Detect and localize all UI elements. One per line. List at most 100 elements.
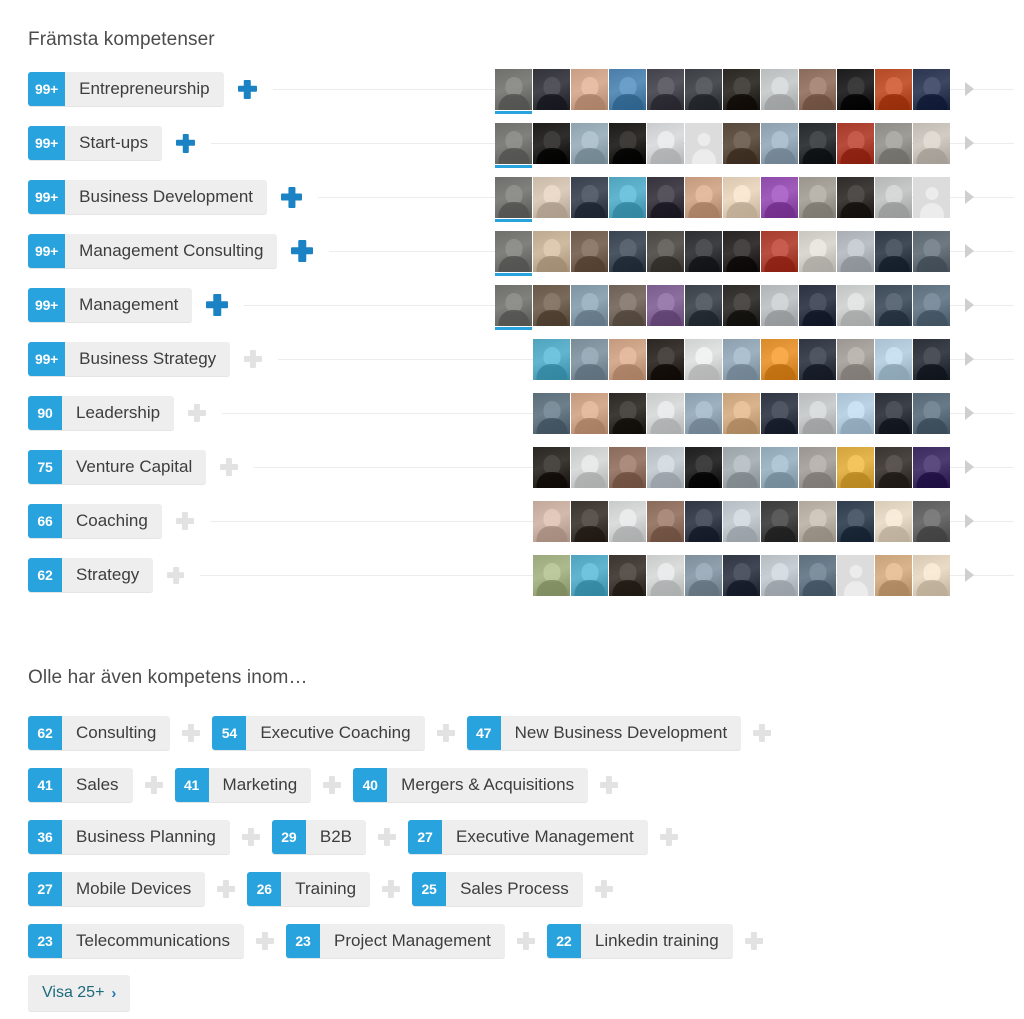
endorser-avatar[interactable] [533, 284, 570, 326]
skill-pill[interactable]: 26 Training [247, 872, 371, 906]
endorser-avatar[interactable] [647, 554, 684, 596]
endorser-avatar[interactable] [761, 68, 798, 110]
endorser-avatar[interactable] [571, 392, 608, 434]
endorser-avatar[interactable] [647, 500, 684, 542]
endorser-avatar[interactable] [799, 554, 836, 596]
show-more-skills-button[interactable]: Visa 25+ › [28, 975, 131, 1011]
endorser-avatar[interactable] [723, 392, 760, 434]
endorser-avatar[interactable] [837, 68, 874, 110]
endorser-avatar[interactable] [647, 68, 684, 110]
endorser-avatar[interactable] [533, 122, 570, 164]
endorser-avatar[interactable] [723, 68, 760, 110]
endorser-avatar[interactable] [837, 284, 874, 326]
endorser-avatar[interactable] [875, 68, 912, 110]
endorser-avatar[interactable] [723, 446, 760, 488]
endorser-avatar[interactable] [647, 338, 684, 380]
endorser-avatar[interactable] [609, 500, 646, 542]
endorser-avatar[interactable] [609, 392, 646, 434]
skill-pill[interactable]: 66 Coaching [28, 504, 162, 538]
endorser-avatar[interactable] [609, 446, 646, 488]
plus-icon[interactable] [291, 240, 313, 262]
chevron-right-icon[interactable] [963, 243, 976, 259]
chevron-right-icon[interactable] [963, 189, 976, 205]
endorser-avatar[interactable] [875, 230, 912, 272]
skill-pill[interactable]: 41 Sales [28, 768, 133, 802]
endorser-avatar[interactable] [723, 554, 760, 596]
endorser-avatar[interactable] [837, 122, 874, 164]
endorser-avatar[interactable] [647, 284, 684, 326]
endorser-avatar[interactable] [571, 446, 608, 488]
endorser-avatar[interactable] [913, 230, 950, 272]
endorser-avatar[interactable] [761, 446, 798, 488]
endorser-avatar[interactable] [685, 392, 722, 434]
endorser-avatar[interactable] [609, 284, 646, 326]
endorser-avatar[interactable] [571, 284, 608, 326]
endorser-avatar[interactable] [799, 284, 836, 326]
endorser-avatar[interactable] [609, 554, 646, 596]
skill-pill[interactable]: 99+ Business Strategy [28, 342, 231, 376]
endorser-avatar[interactable] [875, 554, 912, 596]
plus-icon[interactable] [206, 294, 228, 316]
endorser-avatar[interactable] [533, 230, 570, 272]
endorser-avatar[interactable] [761, 500, 798, 542]
skill-pill[interactable]: 99+ Entrepreneurship [28, 72, 224, 106]
skill-pill[interactable]: 23 Project Management [286, 924, 505, 958]
endorser-avatar[interactable] [647, 176, 684, 218]
endorser-avatar[interactable] [875, 500, 912, 542]
skill-pill[interactable]: 62 Consulting [28, 716, 171, 750]
endorser-avatar[interactable] [495, 284, 532, 330]
endorser-avatar[interactable] [647, 392, 684, 434]
endorser-avatar[interactable] [913, 68, 950, 110]
skill-pill[interactable]: 90 Leadership [28, 396, 175, 430]
endorser-avatar[interactable] [533, 500, 570, 542]
endorser-avatar[interactable] [609, 230, 646, 272]
chevron-right-icon[interactable] [963, 513, 976, 529]
skill-pill[interactable]: 27 Executive Management [408, 820, 648, 854]
endorser-avatar[interactable] [609, 176, 646, 218]
endorser-avatar-placeholder[interactable] [913, 176, 950, 218]
endorser-avatar[interactable] [837, 446, 874, 488]
endorser-avatar[interactable] [799, 68, 836, 110]
endorser-avatar[interactable] [913, 122, 950, 164]
chevron-right-icon[interactable] [963, 459, 976, 475]
chevron-right-icon[interactable] [963, 81, 976, 97]
endorser-avatar[interactable] [685, 284, 722, 326]
skill-pill[interactable]: 36 Business Planning [28, 820, 230, 854]
endorser-avatar[interactable] [647, 122, 684, 164]
endorser-avatar[interactable] [761, 176, 798, 218]
endorser-avatar[interactable] [495, 122, 532, 168]
chevron-right-icon[interactable] [963, 135, 976, 151]
skill-pill[interactable]: 99+ Management Consulting [28, 234, 278, 268]
endorser-avatar[interactable] [571, 230, 608, 272]
endorser-avatar[interactable] [913, 446, 950, 488]
endorser-avatar[interactable] [913, 392, 950, 434]
skill-pill[interactable]: 99+ Start-ups [28, 126, 163, 160]
endorser-avatar[interactable] [761, 392, 798, 434]
endorser-avatar[interactable] [723, 338, 760, 380]
endorser-avatar[interactable] [913, 554, 950, 596]
endorser-avatar[interactable] [571, 500, 608, 542]
endorser-avatar[interactable] [761, 284, 798, 326]
endorser-avatar[interactable] [875, 176, 912, 218]
endorser-avatar[interactable] [875, 122, 912, 164]
endorser-avatar[interactable] [571, 338, 608, 380]
skill-pill[interactable]: 99+ Management [28, 288, 193, 322]
endorser-avatar[interactable] [533, 68, 570, 110]
chevron-right-icon[interactable] [963, 351, 976, 367]
endorser-avatar[interactable] [913, 338, 950, 380]
endorser-avatar[interactable] [495, 176, 532, 222]
endorser-avatar[interactable] [533, 176, 570, 218]
endorser-avatar[interactable] [837, 176, 874, 218]
skill-pill[interactable]: 25 Sales Process [412, 872, 583, 906]
endorser-avatar[interactable] [799, 176, 836, 218]
endorser-avatar[interactable] [723, 284, 760, 326]
endorser-avatar[interactable] [533, 554, 570, 596]
endorser-avatar[interactable] [875, 392, 912, 434]
plus-icon[interactable] [281, 187, 302, 208]
endorser-avatar[interactable] [837, 500, 874, 542]
endorser-avatar[interactable] [685, 68, 722, 110]
endorser-avatar[interactable] [495, 68, 532, 114]
endorser-avatar[interactable] [837, 392, 874, 434]
skill-pill[interactable]: 99+ Business Development [28, 180, 268, 214]
skill-pill[interactable]: 41 Marketing [174, 768, 312, 802]
